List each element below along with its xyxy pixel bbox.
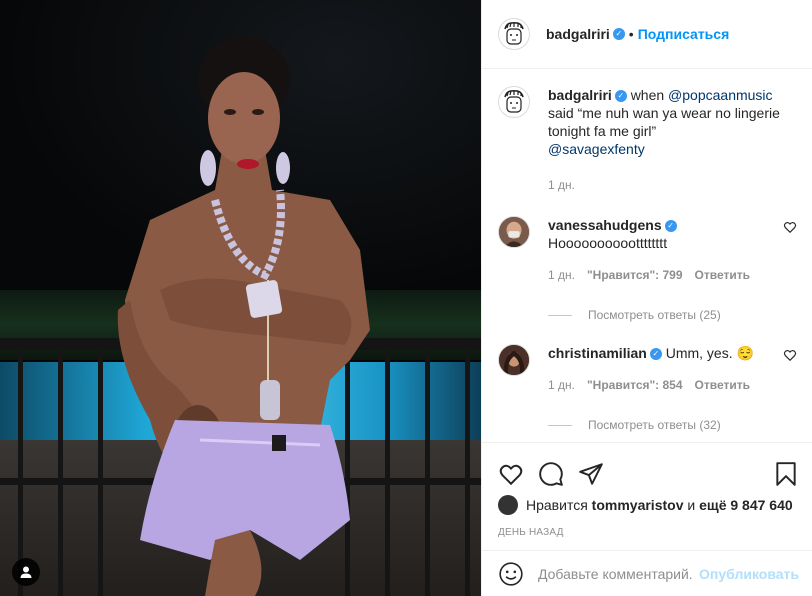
author-avatar[interactable] bbox=[498, 86, 530, 118]
share-icon[interactable] bbox=[578, 461, 604, 487]
post-header: badgalriri ✓ • Подписаться bbox=[482, 0, 812, 69]
follow-button[interactable]: Подписаться bbox=[638, 26, 730, 42]
comment-text: Hooooooooootttttttt bbox=[548, 235, 668, 251]
verified-icon: ✓ bbox=[664, 220, 677, 233]
likes-summary[interactable]: Нравится tommyaristov и ещё 9 847 640 bbox=[482, 495, 812, 515]
comment-text: Umm, yes. 😌 bbox=[665, 345, 754, 361]
user-icon bbox=[20, 566, 32, 578]
action-icons bbox=[482, 443, 812, 493]
author-avatar[interactable] bbox=[498, 18, 530, 50]
comment-time[interactable]: 1 дн. bbox=[548, 266, 575, 284]
post-photo[interactable] bbox=[0, 0, 481, 596]
liker-username[interactable]: tommyaristov bbox=[592, 497, 684, 513]
like-comment-heart-icon[interactable] bbox=[783, 348, 797, 362]
caption-username[interactable]: badgalriri bbox=[548, 87, 612, 103]
replies-divider bbox=[548, 424, 572, 426]
verified-icon: ✓ bbox=[612, 28, 625, 40]
comment-input[interactable]: Добавьте комментарий... bbox=[538, 566, 693, 582]
sketch-face-icon bbox=[504, 22, 524, 45]
comment-time[interactable]: 1 дн. bbox=[548, 376, 575, 394]
avatar-photo bbox=[499, 217, 529, 247]
person-figure bbox=[117, 36, 370, 596]
comment: vanessahudgens ✓ Hooooooooootttttttt 1 дн… bbox=[498, 216, 797, 284]
bookmark-icon[interactable] bbox=[773, 461, 799, 487]
caption-mention-popcaan[interactable]: @popcaanmusic bbox=[668, 87, 773, 103]
view-replies[interactable]: Посмотреть ответы (25) bbox=[548, 308, 797, 322]
likes-count[interactable]: ещё 9 847 640 bbox=[699, 497, 793, 513]
separator-dot: • bbox=[628, 26, 634, 42]
post-actions: Нравится tommyaristov и ещё 9 847 640 ДЕ… bbox=[482, 442, 812, 596]
tagged-users-button[interactable] bbox=[12, 558, 40, 586]
comments-list[interactable]: badgalriri ✓ when @popcaanmusic said “me … bbox=[482, 70, 812, 441]
view-replies[interactable]: Посмотреть ответы (32) bbox=[548, 418, 797, 432]
post-date[interactable]: ДЕНЬ НАЗАД bbox=[482, 527, 812, 538]
reply-button[interactable]: Ответить bbox=[695, 376, 750, 394]
caption-mention-savagex[interactable]: @savagexfenty bbox=[548, 141, 645, 157]
comment-likes[interactable]: "Нравится": 854 bbox=[587, 376, 683, 394]
view-replies-label: Посмотреть ответы (32) bbox=[588, 418, 721, 432]
comment-likes[interactable]: "Нравится": 799 bbox=[587, 266, 683, 284]
like-comment-heart-icon[interactable] bbox=[783, 220, 797, 234]
caption-text-lead: when bbox=[630, 87, 665, 103]
replies-divider bbox=[548, 314, 572, 316]
caption-time[interactable]: 1 дн. bbox=[548, 176, 575, 194]
likes-conj: и bbox=[687, 497, 696, 513]
reply-button[interactable]: Ответить bbox=[695, 266, 750, 284]
caption-text: said “me nuh wan ya wear no lingerie ton… bbox=[548, 105, 780, 139]
sketch-face-icon bbox=[504, 90, 524, 113]
author-username[interactable]: badgalriri bbox=[546, 26, 610, 42]
commenter-username[interactable]: vanessahudgens bbox=[548, 217, 662, 233]
liker-avatar bbox=[498, 495, 518, 515]
publish-button[interactable]: Опубликовать bbox=[699, 566, 799, 582]
commenter-avatar[interactable] bbox=[498, 344, 530, 376]
caption-body: badgalriri ✓ when @popcaanmusic said “me … bbox=[548, 86, 797, 194]
commenter-username[interactable]: christinamilian bbox=[548, 345, 647, 361]
avatar-photo bbox=[499, 345, 529, 375]
commenter-avatar[interactable] bbox=[498, 216, 530, 248]
add-comment-bar: Добавьте комментарий... Опубликовать bbox=[482, 550, 812, 596]
post-side-panel: badgalriri ✓ • Подписаться badgalriri ✓ w… bbox=[481, 0, 812, 596]
caption: badgalriri ✓ when @popcaanmusic said “me … bbox=[498, 86, 797, 194]
view-replies-label: Посмотреть ответы (25) bbox=[588, 308, 721, 322]
likes-prefix: Нравится bbox=[526, 497, 588, 513]
comment: christinamilian ✓ Umm, yes. 😌 1 дн. "Нрав… bbox=[498, 344, 797, 394]
verified-icon: ✓ bbox=[649, 348, 662, 361]
comment-icon[interactable] bbox=[538, 461, 564, 487]
heart-icon[interactable] bbox=[498, 461, 524, 487]
emoji-icon[interactable] bbox=[498, 561, 524, 587]
verified-icon: ✓ bbox=[614, 90, 627, 103]
